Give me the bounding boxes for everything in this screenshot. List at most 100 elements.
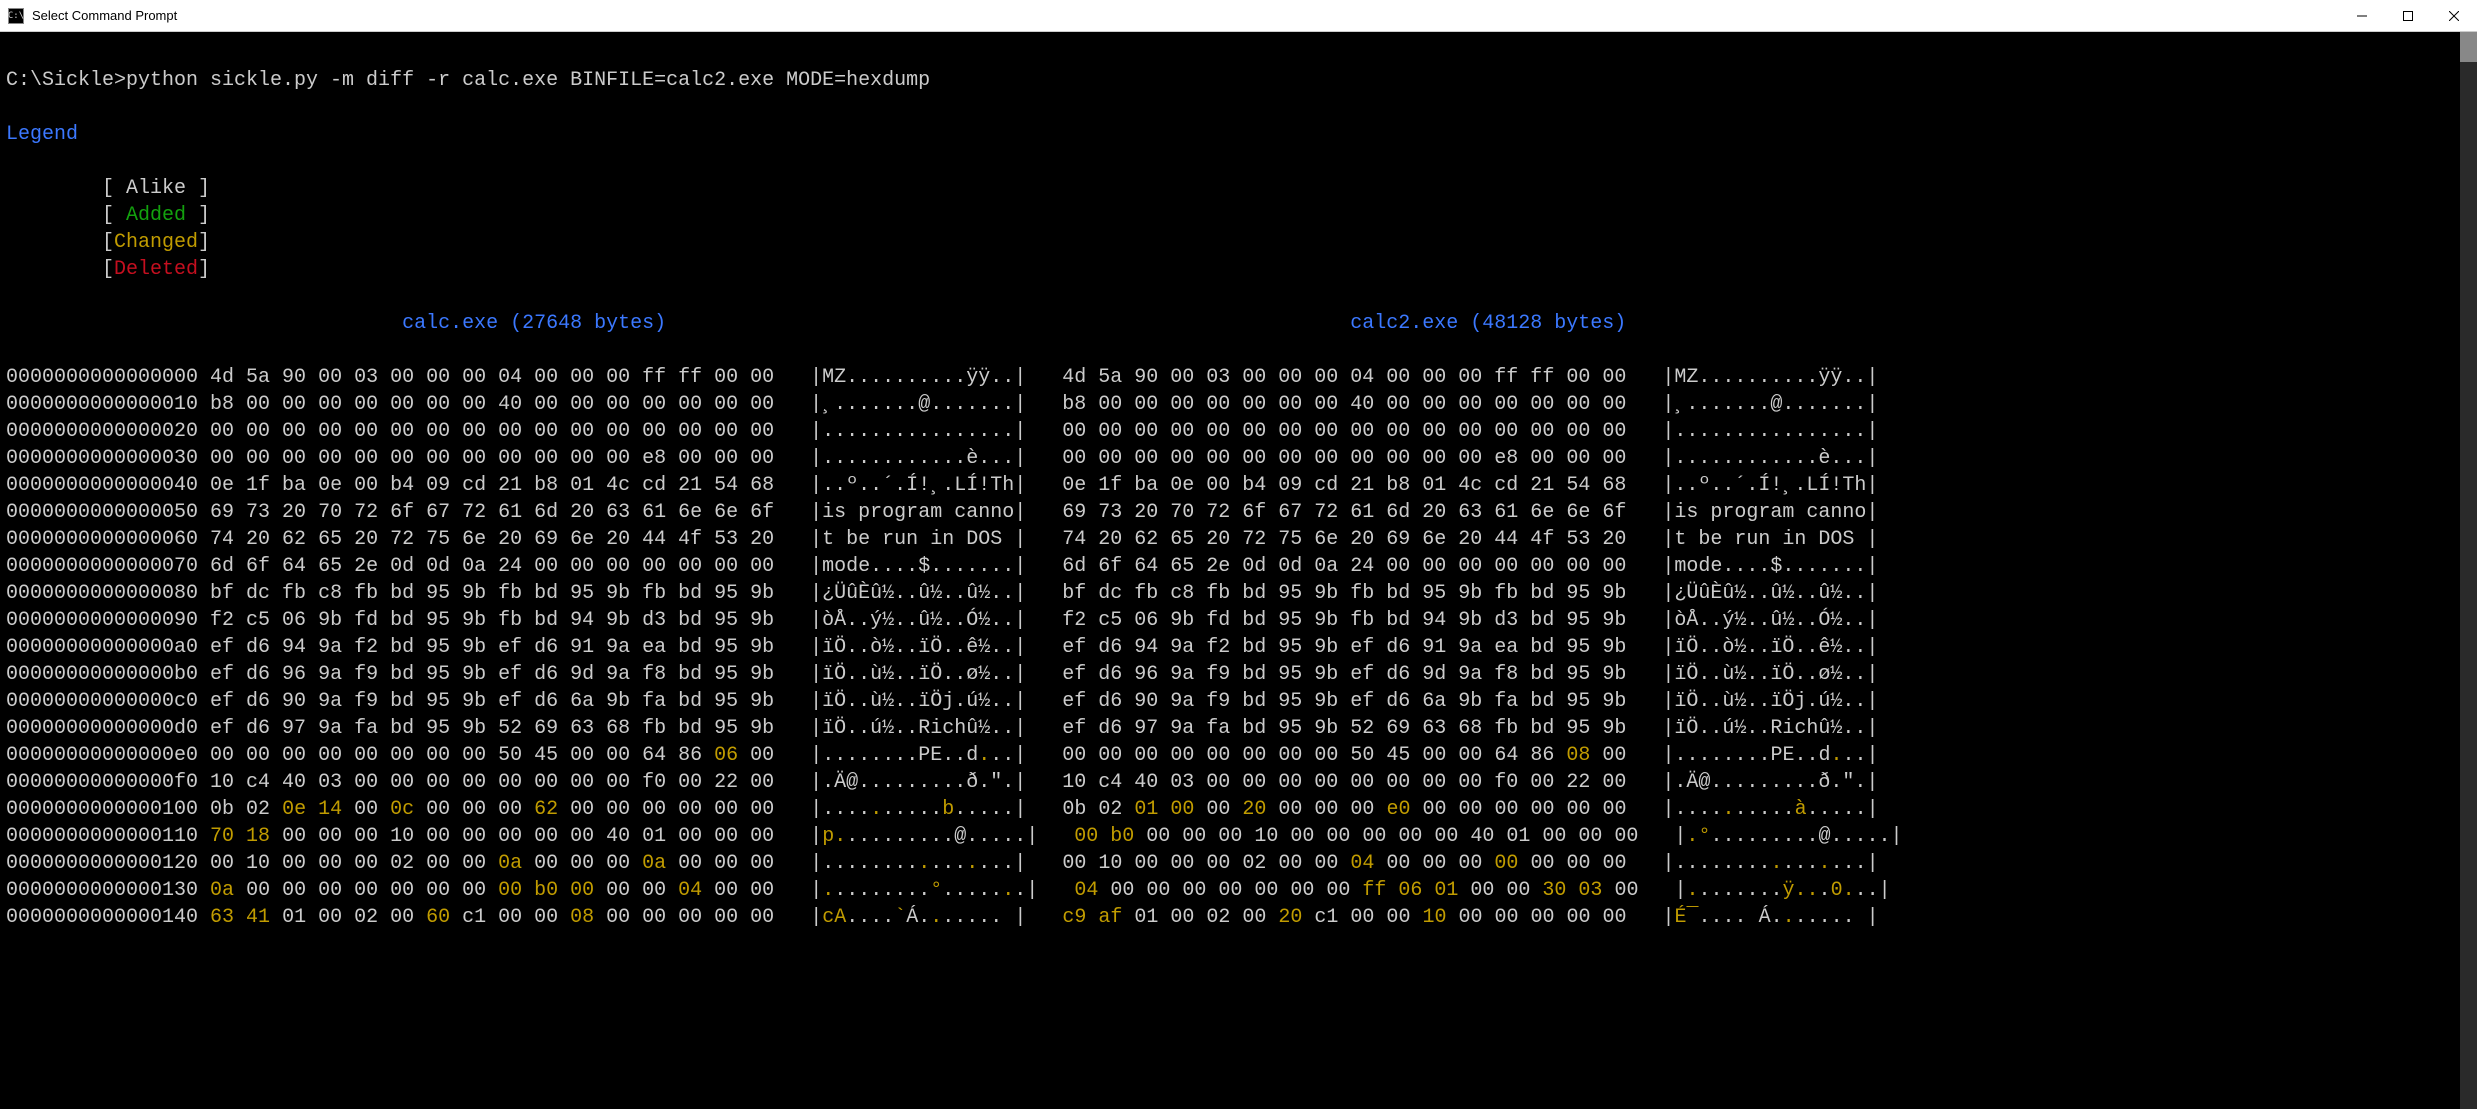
hexdump-row: 00000000000000f0 10 c4 40 03 00 00 00 00…: [6, 769, 2471, 796]
hex-right: 74 20 62 65 20 72 75 6e 20 69 6e 20 44 4…: [1062, 528, 1626, 551]
ascii-left: ..º..´.Í!¸.LÍ!Th: [822, 474, 1014, 497]
offset: 0000000000000020: [6, 420, 198, 443]
offset: 0000000000000000: [6, 366, 198, 389]
ascii-right: ..........à.....: [1675, 798, 1867, 821]
header-left: calc.exe (27648 bytes): [402, 312, 666, 335]
offset: 0000000000000070: [6, 555, 198, 578]
legend-alike: Alike: [126, 177, 186, 200]
offset: 00000000000000c0: [6, 690, 198, 713]
hexdump-row: 0000000000000060 74 20 62 65 20 72 75 6e…: [6, 526, 2471, 553]
hexdump-row: 00000000000000c0 ef d6 90 9a f9 bd 95 9b…: [6, 688, 2471, 715]
ascii-left: ¿ÜûÈû½..û½..û½..: [822, 582, 1014, 605]
hex-left: 6d 6f 64 65 2e 0d 0d 0a 24 00 00 00 00 0…: [210, 555, 774, 578]
offset: 0000000000000110: [6, 825, 198, 848]
hex-left: 0a 00 00 00 00 00 00 00 00 b0 00 00 00 0…: [210, 879, 774, 902]
ascii-left: ïÖ..ò½..ïÖ..ê½..: [822, 636, 1014, 659]
hex-right: ef d6 97 9a fa bd 95 9b 52 69 63 68 fb b…: [1062, 717, 1626, 740]
hex-left: 74 20 62 65 20 72 75 6e 20 69 6e 20 44 4…: [210, 528, 774, 551]
hex-left: ef d6 97 9a fa bd 95 9b 52 69 63 68 fb b…: [210, 717, 774, 740]
ascii-right: t be run in DOS: [1674, 528, 1866, 551]
hexdump-row: 00000000000000d0 ef d6 97 9a fa bd 95 9b…: [6, 715, 2471, 742]
ascii-left: is program canno: [822, 501, 1014, 524]
hex-right: c9 af 01 00 02 00 20 c1 00 00 10 00 00 0…: [1062, 906, 1626, 929]
offset: 0000000000000050: [6, 501, 198, 524]
hex-left: 00 10 00 00 00 02 00 00 0a 00 00 00 0a 0…: [210, 852, 774, 875]
ascii-left: ..........b.....: [822, 798, 1014, 821]
hexdump-row: 0000000000000050 69 73 20 70 72 6f 67 72…: [6, 499, 2471, 526]
prompt: C:\Sickle>python sickle.py -m diff -r ca…: [6, 69, 930, 92]
ascii-left: .........°.......: [822, 879, 1026, 902]
offset: 00000000000000a0: [6, 636, 198, 659]
hex-right: 10 c4 40 03 00 00 00 00 00 00 00 00 f0 0…: [1062, 771, 1626, 794]
ascii-left: ............è...: [822, 447, 1014, 470]
hex-right: bf dc fb c8 fb bd 95 9b fb bd 95 9b fb b…: [1062, 582, 1626, 605]
hex-right: ef d6 94 9a f2 bd 95 9b ef d6 91 9a ea b…: [1062, 636, 1626, 659]
ascii-left: MZ..........ÿÿ..: [822, 366, 1014, 389]
ascii-right: .Ä@.........ð.".: [1674, 771, 1866, 794]
offset: 0000000000000090: [6, 609, 198, 632]
hexdump-row: 00000000000000b0 ef d6 96 9a f9 bd 95 9b…: [6, 661, 2471, 688]
close-button[interactable]: [2431, 0, 2477, 32]
hexdump-row: 0000000000000020 00 00 00 00 00 00 00 00…: [6, 418, 2471, 445]
hex-left: 0e 1f ba 0e 00 b4 09 cd 21 b8 01 4c cd 2…: [210, 474, 774, 497]
ascii-left: ïÖ..ù½..ïÖj.ú½..: [822, 690, 1014, 713]
ascii-left: ................: [822, 420, 1014, 443]
title-left: C:\ Select Command Prompt: [8, 8, 177, 24]
hexdump-row: 0000000000000000 4d 5a 90 00 03 00 00 00…: [6, 364, 2471, 391]
offset: 0000000000000040: [6, 474, 198, 497]
offset: 00000000000000b0: [6, 663, 198, 686]
hex-right: 00 b0 00 00 00 10 00 00 00 00 00 40 01 0…: [1074, 825, 1638, 848]
ascii-right: òÅ..ý½..û½..Ó½..: [1674, 609, 1866, 632]
terminal-area[interactable]: C:\Sickle>python sickle.py -m diff -r ca…: [0, 32, 2477, 1109]
hexdump-row: 0000000000000140 63 41 01 00 02 00 60 c1…: [6, 904, 2471, 931]
scrollbar-thumb[interactable]: [2460, 32, 2477, 62]
hex-left: ef d6 94 9a f2 bd 95 9b ef d6 91 9a ea b…: [210, 636, 774, 659]
ascii-left: ........PE..d...: [822, 744, 1014, 767]
hex-left: 00 00 00 00 00 00 00 00 50 45 00 00 64 8…: [210, 744, 774, 767]
legend-title: Legend: [6, 123, 78, 146]
ascii-right: É¯.... Á.......: [1675, 906, 1867, 929]
header-right: calc2.exe (48128 bytes): [1350, 312, 1626, 335]
offset: 0000000000000030: [6, 447, 198, 470]
hex-left: ef d6 90 9a f9 bd 95 9b ef d6 6a 9b fa b…: [210, 690, 774, 713]
hexdump-row: 0000000000000010 b8 00 00 00 00 00 00 00…: [6, 391, 2471, 418]
offset: 0000000000000120: [6, 852, 198, 875]
hex-left: 63 41 01 00 02 00 60 c1 00 00 08 00 00 0…: [210, 906, 774, 929]
minimize-button[interactable]: [2339, 0, 2385, 32]
ascii-right: mode....$.......: [1674, 555, 1866, 578]
hex-right: 00 00 00 00 00 00 00 00 50 45 00 00 64 8…: [1062, 744, 1626, 767]
offset: 0000000000000080: [6, 582, 198, 605]
hex-left: 0b 02 0e 14 00 0c 00 00 00 62 00 00 00 0…: [210, 798, 774, 821]
hexdump-row: 0000000000000120 00 10 00 00 00 02 00 00…: [6, 850, 2471, 877]
offset: 00000000000000d0: [6, 717, 198, 740]
legend-deleted: Deleted: [114, 258, 198, 281]
ascii-right: ¿ÜûÈû½..û½..û½..: [1674, 582, 1866, 605]
hex-left: f2 c5 06 9b fd bd 95 9b fb bd 94 9b d3 b…: [210, 609, 774, 632]
ascii-right: .°.........@.....: [1686, 825, 1890, 848]
ascii-right: ïÖ..ò½..ïÖ..ê½..: [1674, 636, 1866, 659]
hex-left: 00 00 00 00 00 00 00 00 00 00 00 00 e8 0…: [210, 447, 774, 470]
ascii-right: ............è...: [1674, 447, 1866, 470]
offset: 00000000000000e0: [6, 744, 198, 767]
offset: 0000000000000100: [6, 798, 198, 821]
hex-right: 4d 5a 90 00 03 00 00 00 04 00 00 00 ff f…: [1062, 366, 1626, 389]
ascii-left: òÅ..ý½..û½..Ó½..: [822, 609, 1014, 632]
legend-added: Added: [126, 204, 186, 227]
ascii-left: ïÖ..ù½..ïÖ..ø½..: [822, 663, 1014, 686]
window-title: Select Command Prompt: [32, 8, 177, 23]
ascii-left: p..........@.....: [822, 825, 1026, 848]
hex-left: b8 00 00 00 00 00 00 00 40 00 00 00 00 0…: [210, 393, 774, 416]
hex-right: 00 10 00 00 00 02 00 00 04 00 00 00 00 0…: [1062, 852, 1626, 875]
hex-right: 00 00 00 00 00 00 00 00 00 00 00 00 e8 0…: [1062, 447, 1626, 470]
ascii-left: mode....$.......: [822, 555, 1014, 578]
hexdump-row: 0000000000000130 0a 00 00 00 00 00 00 00…: [6, 877, 2471, 904]
ascii-right: ........ÿ...0...: [1686, 879, 1878, 902]
ascii-right: ïÖ..ù½..ïÖj.ú½..: [1674, 690, 1866, 713]
ascii-right: MZ..........ÿÿ..: [1674, 366, 1866, 389]
hex-right: b8 00 00 00 00 00 00 00 40 00 00 00 00 0…: [1062, 393, 1626, 416]
ascii-right: ¸.......@.......: [1674, 393, 1866, 416]
scrollbar-track[interactable]: [2460, 32, 2477, 1109]
hex-left: 00 00 00 00 00 00 00 00 00 00 00 00 00 0…: [210, 420, 774, 443]
hex-right: 04 00 00 00 00 00 00 00 ff 06 01 00 00 3…: [1074, 879, 1638, 902]
maximize-button[interactable]: [2385, 0, 2431, 32]
